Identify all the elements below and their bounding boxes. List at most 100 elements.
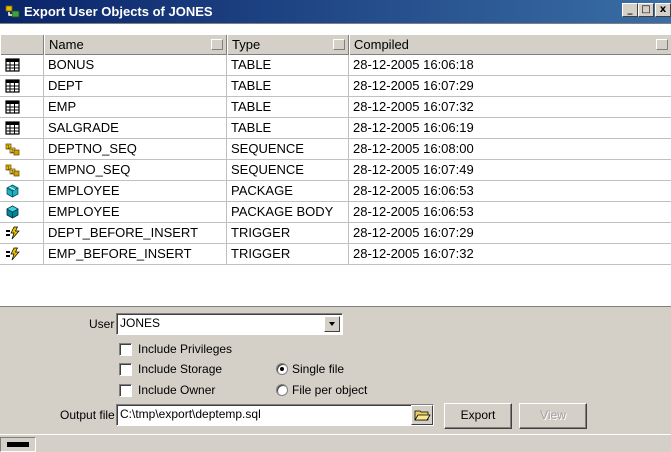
status-indicator — [7, 442, 29, 447]
status-pane — [0, 437, 36, 452]
object-type-cell: TRIGGER — [227, 223, 349, 243]
title-bar[interactable]: Export User Objects of JONES _ □ x — [0, 0, 671, 23]
view-button[interactable]: View — [519, 403, 587, 429]
trigger-icon — [5, 247, 20, 261]
compiled-date-cell: 28-12-2005 16:07:49 — [353, 162, 474, 177]
table-icon — [5, 58, 20, 72]
output-file-label: Output file — [60, 408, 115, 422]
row-icon-cell: 12 — [0, 139, 44, 159]
file-per-object-radio[interactable] — [276, 384, 288, 396]
minimize-button[interactable]: _ — [622, 3, 638, 17]
browse-button[interactable] — [411, 405, 433, 425]
list-rows: BONUS TABLE 28-12-2005 16:06:18 DEPT TABLE 28… — [0, 55, 671, 265]
package-body-icon — [5, 205, 20, 219]
object-name-cell: EMPNO_SEQ — [44, 160, 227, 180]
row-icon-cell — [0, 55, 44, 75]
output-file-value: C:\tmp\export\deptemp.sql — [120, 407, 261, 421]
table-icon — [5, 100, 20, 114]
include-storage-checkbox[interactable] — [119, 363, 132, 376]
export-button[interactable]: Export — [444, 403, 512, 429]
column-header-compiled-label: Compiled — [354, 37, 409, 52]
row-icon-cell — [0, 244, 44, 264]
object-name-cell: EMPLOYEE — [44, 181, 227, 201]
compiled-date-cell: 28-12-2005 16:06:53 — [353, 204, 474, 219]
compiled-date-cell: 28-12-2005 16:07:32 — [353, 99, 474, 114]
folder-open-icon — [414, 410, 431, 421]
object-type-cell: TRIGGER — [227, 244, 349, 264]
table-row[interactable]: 1 2 EMPNO_SEQ SEQUENCE 28-12-2005 16:07:49 — [0, 160, 671, 181]
object-name-cell: BONUS — [44, 55, 227, 75]
chevron-down-icon[interactable] — [324, 316, 340, 332]
table-row[interactable]: EMPLOYEE PACKAGE BODY 28-12-2005 16:06:53 — [0, 202, 671, 223]
object-name-cell: SALGRADE — [44, 118, 227, 138]
object-type-cell: PACKAGE — [227, 181, 349, 201]
compiled-date-cell: 28-12-2005 16:06:19 — [353, 120, 474, 135]
column-header-icon[interactable] — [0, 35, 44, 55]
window-title: Export User Objects of JONES — [24, 4, 213, 19]
include-owner-label: Include Owner — [138, 383, 216, 397]
compiled-date-cell: 28-12-2005 16:07:32 — [353, 246, 474, 261]
compiled-date-cell: 28-12-2005 16:07:29 — [353, 78, 474, 93]
row-icon-cell — [0, 97, 44, 117]
object-type-cell: TABLE — [227, 76, 349, 96]
sort-grip-icon — [211, 39, 223, 50]
single-file-label: Single file — [292, 362, 345, 376]
table-row[interactable]: BONUS TABLE 28-12-2005 16:06:18 — [0, 55, 671, 76]
object-list[interactable]: Name Type Compiled BONUS TABLE 28-12-2005 … — [0, 23, 671, 306]
status-bar — [0, 434, 671, 452]
row-icon-cell — [0, 181, 44, 201]
column-header-name-label: Name — [49, 37, 84, 52]
object-name-cell: DEPT_BEFORE_INSERT — [44, 223, 227, 243]
single-file-radio[interactable] — [276, 363, 288, 375]
row-icon-cell — [0, 118, 44, 138]
sequence-icon: 12 — [5, 163, 20, 177]
object-type-cell: TABLE — [227, 97, 349, 117]
row-icon-cell — [0, 223, 44, 243]
sequence-icon: 12 — [5, 142, 20, 156]
object-name-cell: EMPLOYEE — [44, 202, 227, 222]
compiled-date-cell: 28-12-2005 16:08:00 — [353, 141, 474, 156]
column-header-compiled[interactable]: Compiled — [349, 35, 671, 55]
close-button[interactable]: x — [655, 3, 671, 17]
user-select-value: JONES — [120, 316, 161, 330]
table-row[interactable]: SALGRADE TABLE 28-12-2005 16:06:19 — [0, 118, 671, 139]
table-row[interactable]: 1 2 DEPTNO_SEQ SEQUENCE 28-12-2005 16:08:00 — [0, 139, 671, 160]
app-icon — [5, 5, 20, 18]
column-header-type-label: Type — [232, 37, 261, 52]
table-row[interactable]: EMPLOYEE PACKAGE 28-12-2005 16:06:53 — [0, 181, 671, 202]
table-row[interactable]: EMP_BEFORE_INSERT TRIGGER 28-12-2005 16:07… — [0, 244, 671, 265]
include-privileges-label: Include Privileges — [138, 342, 233, 356]
object-name-cell: DEPTNO_SEQ — [44, 139, 227, 159]
trigger-icon — [5, 226, 20, 240]
compiled-date-cell: 28-12-2005 16:06:18 — [353, 57, 474, 72]
maximize-button[interactable]: □ — [638, 3, 654, 17]
object-name-cell: EMP_BEFORE_INSERT — [44, 244, 227, 264]
object-name-cell: EMP — [44, 97, 227, 117]
user-select[interactable]: JONES — [116, 313, 343, 335]
include-storage-label: Include Storage — [138, 362, 223, 376]
column-header-type[interactable]: Type — [227, 35, 349, 55]
table-row[interactable]: DEPT TABLE 28-12-2005 16:07:29 — [0, 76, 671, 97]
row-icon-cell: 12 — [0, 160, 44, 180]
file-per-object-label: File per object — [292, 383, 368, 397]
list-header: Name Type Compiled — [0, 35, 671, 55]
object-type-cell: TABLE — [227, 118, 349, 138]
table-row[interactable]: EMP TABLE 28-12-2005 16:07:32 — [0, 97, 671, 118]
compiled-date-cell: 28-12-2005 16:06:53 — [353, 183, 474, 198]
package-icon — [5, 184, 20, 198]
table-icon — [5, 79, 20, 93]
output-file-input[interactable]: C:\tmp\export\deptemp.sql — [116, 404, 434, 426]
include-privileges-checkbox[interactable] — [119, 343, 132, 356]
object-type-cell: TABLE — [227, 55, 349, 75]
compiled-date-cell: 28-12-2005 16:07:29 — [353, 225, 474, 240]
object-type-cell: PACKAGE BODY — [227, 202, 349, 222]
table-icon — [5, 121, 20, 135]
object-type-cell: SEQUENCE — [227, 160, 349, 180]
options-panel: User JONES Include Privileges Include St… — [0, 306, 671, 452]
object-name-cell: DEPT — [44, 76, 227, 96]
user-label: User — [89, 317, 115, 331]
table-row[interactable]: DEPT_BEFORE_INSERT TRIGGER 28-12-2005 16:0… — [0, 223, 671, 244]
column-header-name[interactable]: Name — [44, 35, 227, 55]
sort-grip-icon — [656, 39, 668, 50]
include-owner-checkbox[interactable] — [119, 384, 132, 397]
